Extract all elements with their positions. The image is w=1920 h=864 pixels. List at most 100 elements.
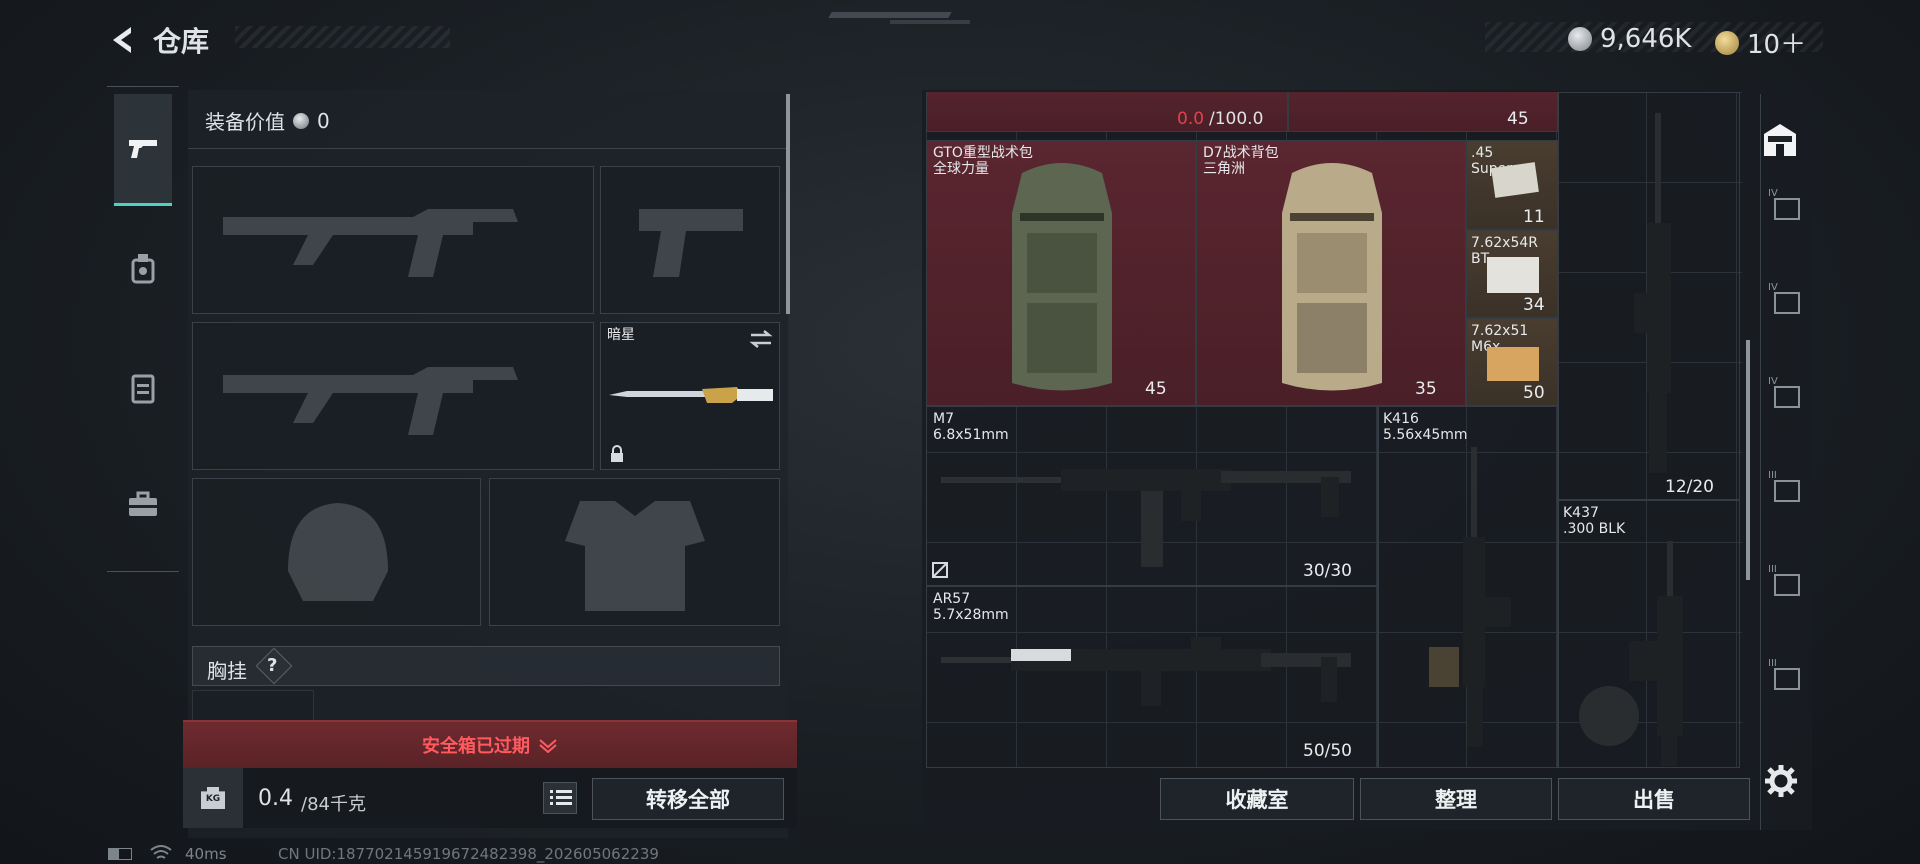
rifle-vertical-icon xyxy=(1579,541,1683,766)
item-ammo-762x54r[interactable]: 7.62x54R BT 34 xyxy=(1466,230,1558,318)
pistol-icon xyxy=(129,140,157,158)
ticket-value: 10＋ xyxy=(1747,30,1807,60)
item-top-backpack[interactable]: 45 xyxy=(1288,92,1558,132)
category-icon xyxy=(1774,292,1800,314)
equipment-scrollbar[interactable] xyxy=(786,94,790,314)
slot-body-armor[interactable] xyxy=(489,478,780,626)
backpack-icon xyxy=(1012,163,1112,391)
item-d7-backpack[interactable]: D7战术背包 三角洲 35 xyxy=(1196,140,1466,406)
item-name: 7.62x54R xyxy=(1471,235,1538,251)
armor-placeholder-icon xyxy=(565,501,705,611)
item-count: 34 xyxy=(1523,295,1545,315)
slot-primary-weapon[interactable] xyxy=(192,166,594,314)
item-ammo-762x51[interactable]: 7.62x51 M6x 50 xyxy=(1466,318,1558,406)
tab-backpack[interactable] xyxy=(128,370,158,404)
rifle-m7-icon xyxy=(941,469,1351,567)
item-sub: 6.8x51mm xyxy=(933,427,1009,443)
tab-all-items[interactable] xyxy=(1760,120,1800,160)
tab-category-2[interactable]: IV xyxy=(1768,282,1804,322)
item-sub: 5.56x45mm xyxy=(1383,427,1468,443)
item-sub: 三角洲 xyxy=(1203,161,1245,177)
item-count: 35 xyxy=(1415,379,1437,399)
category-icon xyxy=(1774,668,1800,690)
slot-chest-rig[interactable] xyxy=(192,690,314,724)
backpack-icon xyxy=(1282,163,1382,391)
tab-case[interactable] xyxy=(126,490,160,520)
uid-text: CN UID:18770214591967248239​8_2026050622… xyxy=(278,845,659,863)
lock-icon xyxy=(611,445,623,462)
top-durability-max: /100.0 xyxy=(1209,109,1264,129)
item-name: 7.62x51 xyxy=(1471,323,1529,339)
item-ar57[interactable]: AR57 5.7x28mm 50/50 xyxy=(926,586,1378,768)
item-tall-rifle[interactable]: 12/20 xyxy=(1558,92,1740,500)
safebox-expired-text: 安全箱已过期 xyxy=(422,736,530,757)
equip-value: 0 xyxy=(317,108,330,133)
ping-text: 40ms xyxy=(185,845,227,863)
item-name: K437 xyxy=(1563,505,1599,521)
sell-button[interactable]: 出售 xyxy=(1558,778,1750,820)
chevron-down-icon xyxy=(539,739,557,753)
chest-rig-header: 胸挂 ? xyxy=(192,646,780,686)
list-view-button[interactable] xyxy=(543,782,577,814)
item-k416[interactable]: K416 5.56x45mm xyxy=(1378,406,1558,768)
knife-icon xyxy=(609,387,773,403)
rifle-ar57-icon xyxy=(941,637,1351,706)
tab-category-5[interactable]: III xyxy=(1768,564,1804,604)
tab-category-4[interactable]: III xyxy=(1768,470,1804,510)
item-count: 11 xyxy=(1523,207,1545,227)
equip-value-row: 装备价值 0 xyxy=(205,106,330,135)
tab-category-1[interactable]: IV xyxy=(1768,188,1804,228)
rifle-placeholder-icon xyxy=(223,209,518,277)
category-icon xyxy=(1774,386,1800,408)
currency-tickets[interactable]: 10＋ xyxy=(1715,24,1806,61)
item-count: 50/50 xyxy=(1303,741,1352,761)
rifle-vertical-icon xyxy=(1634,113,1671,473)
bg-streak xyxy=(890,20,970,24)
slot-melee[interactable]: 暗星 xyxy=(600,322,780,470)
item-count: 12/20 xyxy=(1665,477,1714,497)
category-icon xyxy=(1774,480,1800,502)
safebox-expired-bar[interactable]: 安全箱已过期 xyxy=(183,720,797,768)
sort-button[interactable]: 整理 xyxy=(1360,778,1552,820)
tab-category-3[interactable]: IV xyxy=(1768,376,1804,416)
tab-weapons[interactable] xyxy=(114,94,172,206)
item-m7[interactable]: M7 6.8x51mm 30/30 xyxy=(926,406,1378,586)
item-ammo-45[interactable]: .45 Super 11 xyxy=(1466,140,1558,230)
tab-category-6[interactable]: III xyxy=(1768,658,1804,698)
collection-room-button[interactable]: 收藏室 xyxy=(1160,778,1354,820)
rifle-vertical-icon xyxy=(1429,447,1511,747)
currency-coins[interactable]: 9,646K xyxy=(1568,24,1691,54)
coin-icon xyxy=(1568,27,1592,51)
back-button[interactable]: 仓库 xyxy=(105,20,209,60)
knife-name: 暗星 xyxy=(607,327,635,343)
list-icon xyxy=(550,790,572,805)
header-decoration xyxy=(235,26,450,48)
item-name: M7 xyxy=(933,411,954,427)
divider xyxy=(188,148,786,149)
slot-secondary-weapon[interactable] xyxy=(600,166,780,314)
item-sub: .300 BLK xyxy=(1563,521,1626,537)
stash-grid: 0.0 /100.0 45 GTO重型战术包 全球力量 45 D7战术背包 三角… xyxy=(926,92,1742,768)
tab-armor[interactable] xyxy=(128,252,158,286)
item-sub: 5.7x28mm xyxy=(933,607,1009,623)
rifle-placeholder-icon xyxy=(223,367,518,435)
slot-helmet[interactable] xyxy=(192,478,481,626)
item-name: K416 xyxy=(1383,411,1419,427)
transfer-all-button[interactable]: 转移全部 xyxy=(592,778,784,820)
swap-icon[interactable] xyxy=(749,329,773,349)
item-count: 45 xyxy=(1145,379,1167,399)
stash-scrollbar[interactable] xyxy=(1746,340,1750,580)
weight-kg-icon: KG xyxy=(201,787,225,809)
coin-value: 9,646K xyxy=(1600,24,1692,54)
slot-secondary-rifle[interactable] xyxy=(192,322,594,470)
item-k437[interactable]: K437 .300 BLK xyxy=(1558,500,1740,768)
item-gto-backpack[interactable]: GTO重型战术包 全球力量 45 xyxy=(926,140,1196,406)
item-top-armor[interactable]: 0.0 /100.0 xyxy=(926,92,1288,132)
top-durability: 0.0 xyxy=(1177,109,1205,129)
settings-gear-icon[interactable] xyxy=(1764,764,1798,798)
no-mod-icon xyxy=(932,562,948,578)
helmet-placeholder-icon xyxy=(288,503,388,601)
category-icon xyxy=(1774,574,1800,596)
help-icon[interactable]: ? xyxy=(267,655,277,676)
battery-icon xyxy=(108,848,132,860)
